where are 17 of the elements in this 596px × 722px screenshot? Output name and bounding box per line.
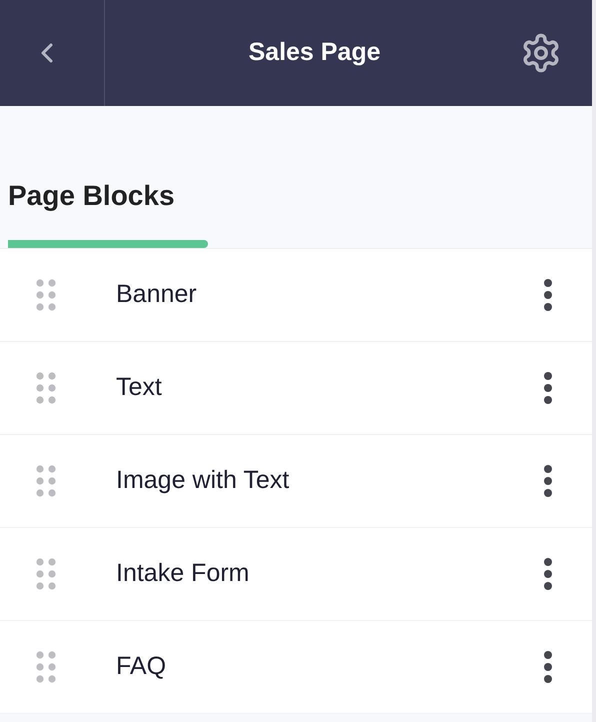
block-label: Intake Form (116, 558, 250, 590)
block-row[interactable]: Banner (0, 249, 592, 342)
block-label: FAQ (116, 651, 168, 682)
block-label: Image with Text (116, 465, 290, 496)
block-label: Text (116, 372, 163, 404)
more-options-icon[interactable] (543, 557, 553, 591)
more-options-icon[interactable] (543, 464, 553, 498)
block-row[interactable]: FAQ (0, 621, 592, 714)
block-row[interactable]: Intake Form (0, 528, 592, 621)
block-label: Banner (116, 279, 198, 310)
block-row[interactable]: Image with Text (0, 435, 592, 528)
page-title: Sales Page (248, 37, 381, 68)
block-row[interactable]: Text (0, 342, 592, 435)
more-options-icon[interactable] (543, 371, 553, 405)
more-options-icon[interactable] (543, 650, 553, 684)
tab[interactable]: Page Blocks (0, 127, 208, 248)
more-options-icon[interactable] (543, 278, 553, 312)
